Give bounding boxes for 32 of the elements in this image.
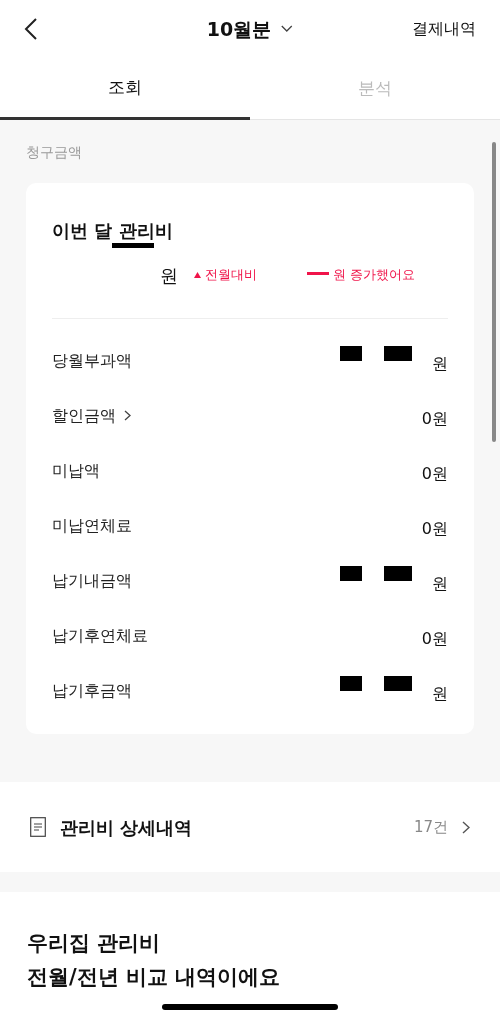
detail-link[interactable]: 관리비 상세내역 <box>60 813 193 841</box>
comparison-text: 전월대비 <box>205 266 257 285</box>
chevron-down-icon <box>281 25 294 33</box>
row-label: 당월부과액 <box>52 349 132 372</box>
document-icon <box>30 817 46 837</box>
redaction-mark <box>112 243 154 248</box>
section-heading: 우리집 관리비 <box>27 930 162 957</box>
amount-value: 원 <box>432 352 448 375</box>
amount-value: 원 <box>432 572 448 595</box>
chevron-right-icon[interactable] <box>462 820 470 834</box>
total-amount: 원 <box>160 263 178 288</box>
count-text: 17건 <box>413 816 448 838</box>
row-label: 납기후금액 <box>52 679 132 702</box>
increase-triangle-icon <box>194 272 201 278</box>
section-label: 청구금액 <box>26 143 83 162</box>
section-heading: 전월/전년 비교 내역이에요 <box>27 964 282 991</box>
row-label: 납기내금액 <box>52 569 132 592</box>
amount-value: 0원 <box>421 407 448 430</box>
row-label: 납기후연체료 <box>52 624 148 647</box>
back-icon[interactable] <box>24 17 38 41</box>
comparison-text: 원 증가했어요 <box>333 266 416 285</box>
row-label: 미납연체료 <box>52 514 132 537</box>
chevron-right-icon <box>124 410 131 421</box>
month-selector[interactable]: 10월분 <box>206 14 294 44</box>
discount-link[interactable]: 할인금액 <box>52 403 131 428</box>
amount-value: 0원 <box>421 462 448 485</box>
row-label: 미납액 <box>52 459 100 482</box>
amount-value: 원 <box>432 682 448 705</box>
payment-history-link[interactable]: 결제내역 <box>412 17 476 41</box>
amount-value: 0원 <box>421 517 448 540</box>
card-title: 이번 달 관리비 <box>52 219 174 243</box>
amount-value: 0원 <box>421 627 448 650</box>
